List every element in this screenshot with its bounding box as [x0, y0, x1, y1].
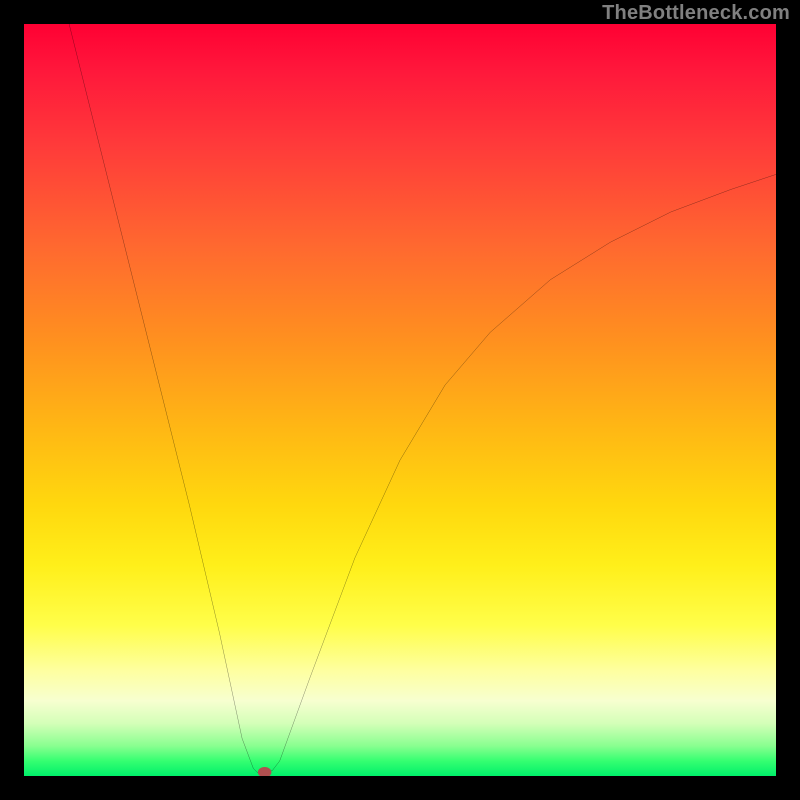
- chart-frame: TheBottleneck.com: [0, 0, 800, 800]
- optimal-point-marker: [258, 767, 272, 776]
- bottleneck-curve: [69, 24, 776, 772]
- curve-svg: [24, 24, 776, 776]
- plot-area: [24, 24, 776, 776]
- watermark-text: TheBottleneck.com: [602, 2, 790, 25]
